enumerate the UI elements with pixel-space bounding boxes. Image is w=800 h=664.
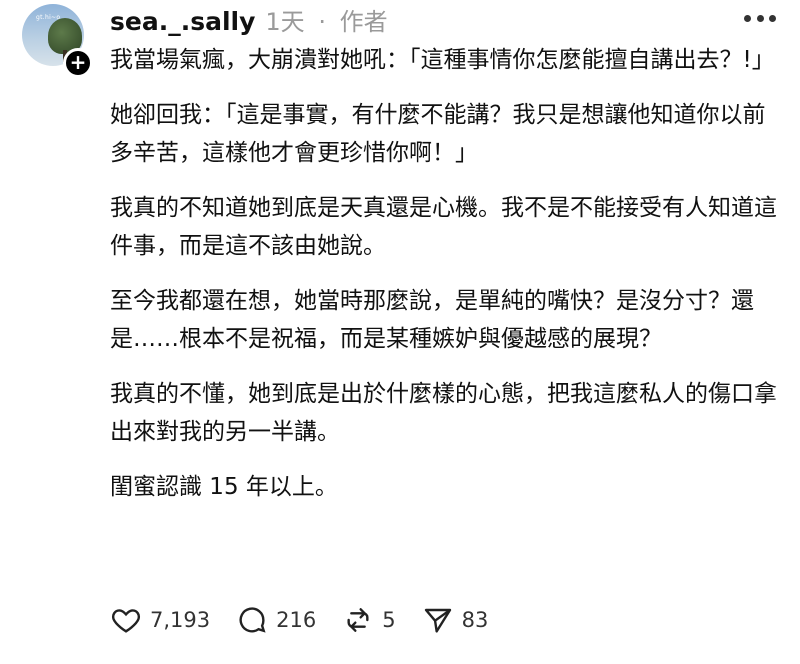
post-paragraph: 我真的不知道她到底是天真還是心機。我不是不能接受有人知道這件事，而是這不該由她說… — [110, 195, 777, 259]
dot — [744, 14, 751, 22]
post-paragraph: 我真的不懂，她到底是出於什麼樣的心態，把我這麼私人的傷口拿出來對我的另一半講。 — [110, 381, 777, 445]
post-time: 1天 — [265, 8, 305, 36]
dot — [756, 14, 764, 22]
like-count: 7,193 — [150, 608, 211, 632]
send-icon — [424, 608, 451, 633]
avatar[interactable]: gt.hi~o + — [22, 4, 94, 78]
comment-bubble-icon — [239, 607, 266, 633]
post-header: sea._.sally 1天 · 作者 — [110, 2, 394, 36]
follow-plus-icon[interactable]: + — [63, 48, 93, 78]
post-paragraph: 至今我都還在想，她當時那麼說，是單純的嘴快？是沒分寸？還是……根本不是祝福，而是… — [110, 288, 754, 352]
comment-button[interactable]: 216 — [236, 604, 316, 636]
post-paragraph: 她卻回我：「這是事實，有什麼不能講？我只是想讓他知道你以前多辛苦，這樣他才會更珍… — [110, 102, 766, 166]
meta-separator: · — [318, 8, 326, 36]
share-count: 83 — [461, 608, 489, 632]
more-dots-icon[interactable] — [744, 12, 776, 24]
dot — [769, 14, 776, 22]
comment-count: 216 — [276, 608, 317, 632]
like-button[interactable]: 7,193 — [110, 604, 210, 636]
post-meta: 1天 · 作者 — [265, 2, 393, 37]
post-paragraph: 我當場氣瘋，大崩潰對她吼：「這種事情你怎麼能擅自講出去？!」 — [110, 47, 775, 73]
repost-count: 5 — [382, 608, 396, 632]
repost-icon — [347, 608, 369, 632]
post-paragraph: 閨蜜認識 15 年以上。 — [110, 474, 338, 500]
post-content: 我當場氣瘋，大崩潰對她吼：「這種事情你怎麼能擅自講出去？!」 她卻回我：「這是事… — [110, 41, 780, 523]
repost-button[interactable]: 5 — [342, 604, 396, 636]
author-label: 作者 — [339, 8, 388, 36]
share-button[interactable]: 83 — [422, 604, 489, 636]
action-bar: 7,193 216 5 83 — [110, 604, 514, 636]
heart-icon — [112, 609, 140, 633]
username[interactable]: sea._.sally — [110, 7, 255, 36]
